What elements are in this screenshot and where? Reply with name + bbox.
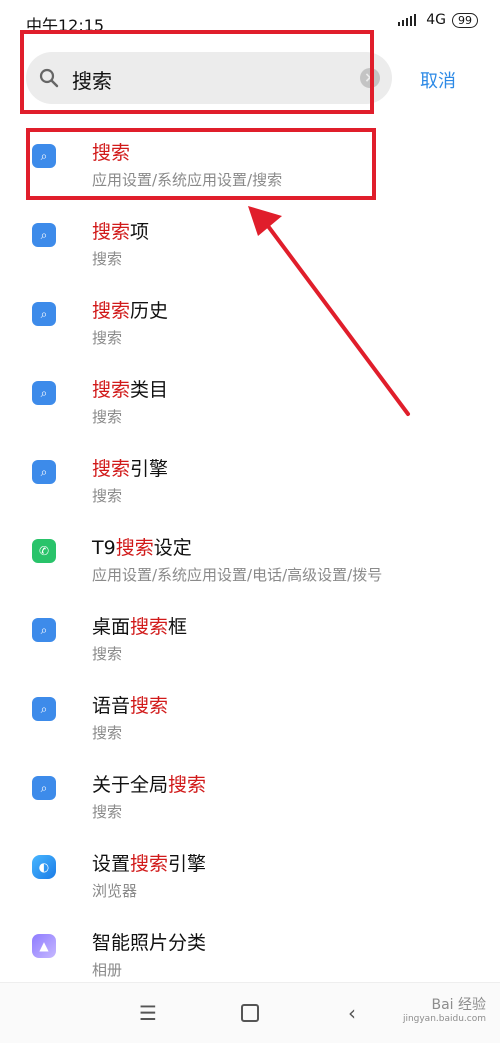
settings-icon: ⌕ <box>32 302 56 326</box>
result-subtitle: 搜索 <box>92 803 123 821</box>
result-subtitle: 搜索 <box>92 329 123 347</box>
result-title: 桌面搜索框 <box>92 612 187 639</box>
result-item[interactable]: ⌕ 桌面搜索框 搜索 <box>0 598 500 677</box>
result-title-pre: 关于全局 <box>92 774 169 796</box>
signal-icon <box>398 14 417 26</box>
result-subtitle: 搜索 <box>92 487 123 505</box>
search-row: 搜索 × 取消 <box>0 30 500 114</box>
result-subtitle: 浏览器 <box>92 882 138 900</box>
watermark: Bai 经验 jingyan.baidu.com <box>403 998 486 1026</box>
result-item[interactable]: ⌕ 搜索历史 搜索 <box>0 282 500 361</box>
result-item[interactable]: ⌕ 搜索类目 搜索 <box>0 361 500 440</box>
result-title-post: 设定 <box>153 537 192 559</box>
network-type: 4G <box>426 12 446 28</box>
result-title-hl: 搜索 <box>130 616 169 638</box>
result-title-post: 历史 <box>130 300 169 322</box>
settings-icon: ⌕ <box>32 460 56 484</box>
settings-icon: ⌕ <box>32 618 56 642</box>
status-indicators: 4G 99 <box>398 12 478 28</box>
result-title-hl: 搜索 <box>130 853 169 875</box>
result-subtitle: 搜索 <box>92 645 123 663</box>
result-title: 关于全局搜索 <box>92 770 206 797</box>
result-subtitle: 搜索 <box>92 408 123 426</box>
result-title-hl: 搜索 <box>115 537 154 559</box>
result-title-hl: 搜索 <box>92 379 131 401</box>
result-title-hl: 搜索 <box>168 774 207 796</box>
result-title: 搜索历史 <box>92 296 168 323</box>
gallery-icon: ▲ <box>32 934 56 958</box>
results-list: ⌕ 搜索 应用设置/系统应用设置/搜索 ⌕ 搜索项 搜索 ⌕ 搜索历史 搜索 ⌕ 搜索类目 搜索 ⌕ 搜索… <box>0 124 500 993</box>
result-title-pre: 智能照片分类 <box>92 932 207 954</box>
result-subtitle: 搜索 <box>92 250 123 268</box>
result-subtitle: 搜索 <box>92 724 123 742</box>
settings-icon: ⌕ <box>32 776 56 800</box>
browser-icon: ◐ <box>32 855 56 879</box>
result-title-post: 框 <box>168 616 188 638</box>
settings-icon: ⌕ <box>32 223 56 247</box>
search-annotation-box <box>20 30 374 114</box>
settings-icon: ⌕ <box>32 381 56 405</box>
result-title-pre: 桌面 <box>92 616 131 638</box>
result-title-hl: 搜索 <box>92 221 131 243</box>
home-icon[interactable] <box>241 1001 259 1022</box>
result-title: T9搜索设定 <box>92 533 192 560</box>
result-subtitle: 相册 <box>92 961 123 979</box>
result-subtitle: 应用设置/系统应用设置/电话/高级设置/拨号 <box>92 566 383 584</box>
result-title-hl: 搜索 <box>92 300 131 322</box>
result-title: 搜索类目 <box>92 375 168 402</box>
result-title: 智能照片分类 <box>92 928 206 955</box>
result-title: 语音搜索 <box>92 691 168 718</box>
back-icon[interactable]: ‹ <box>348 1001 356 1025</box>
result-title-hl: 搜索 <box>130 695 169 717</box>
watermark-line2: jingyan.baidu.com <box>402 1014 486 1024</box>
result-item[interactable]: ✆ T9搜索设定应用设置/系统应用设置/电话/高级设置/拨号 <box>0 519 500 598</box>
result-title-post: 引擎 <box>168 853 207 875</box>
result-annotation-box <box>26 128 376 200</box>
result-item[interactable]: ⌕ 关于全局搜索 搜索 <box>0 756 500 835</box>
result-title-pre: T9 <box>92 537 116 559</box>
result-title-post: 项 <box>130 221 150 243</box>
result-title-pre: 设置 <box>92 853 131 875</box>
result-title-post: 引擎 <box>130 458 169 480</box>
result-title: 搜索引擎 <box>92 454 168 481</box>
result-item[interactable]: ⌕ 搜索引擎 搜索 <box>0 440 500 519</box>
menu-icon[interactable]: ☰ <box>139 1001 157 1025</box>
settings-icon: ⌕ <box>32 697 56 721</box>
watermark-line1: Bai 经验 <box>431 997 486 1013</box>
result-title: 搜索项 <box>92 217 149 244</box>
result-item[interactable]: ◐ 设置搜索引擎浏览器 <box>0 835 500 914</box>
result-item[interactable]: ⌕ 搜索项 搜索 <box>0 203 500 282</box>
phone-icon: ✆ <box>32 539 56 563</box>
cancel-button[interactable]: 取消 <box>420 67 456 93</box>
result-title-pre: 语音 <box>92 695 131 717</box>
result-item[interactable]: ⌕ 语音搜索 搜索 <box>0 677 500 756</box>
battery-icon: 99 <box>452 12 478 28</box>
result-title: 设置搜索引擎 <box>92 849 206 876</box>
result-title-post: 类目 <box>130 379 169 401</box>
result-title-hl: 搜索 <box>92 458 131 480</box>
